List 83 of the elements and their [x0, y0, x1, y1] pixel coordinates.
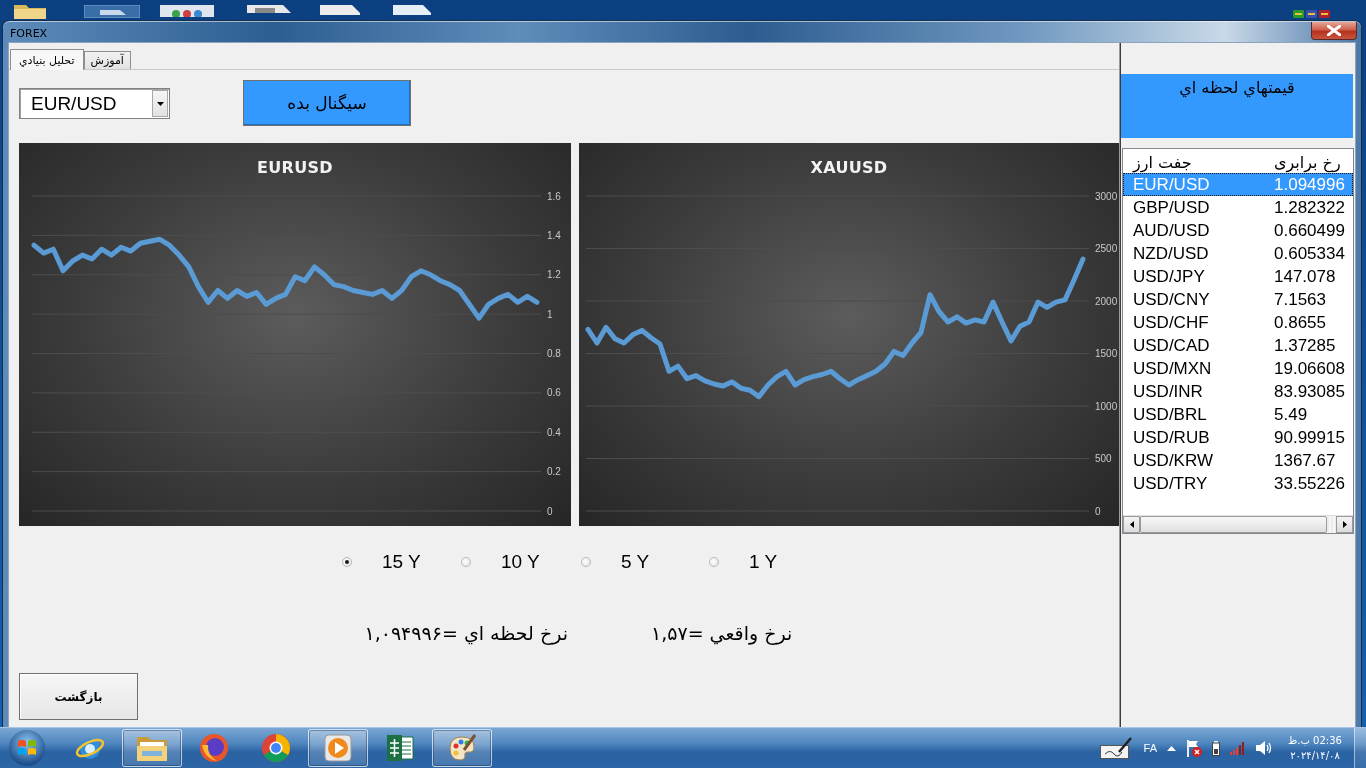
- list-item[interactable]: USD/KRW 1367.67: [1123, 449, 1353, 472]
- axis-tick-label: 1.2: [547, 269, 561, 281]
- axis-tick-label: 1000: [1095, 400, 1118, 412]
- list-item[interactable]: USD/TRY 33.55226: [1123, 472, 1353, 495]
- play-icon: [324, 734, 352, 762]
- list-item[interactable]: AUD/USD 0.660499: [1123, 219, 1353, 242]
- chart-title: XAUUSD: [810, 158, 888, 177]
- folder-icon: [136, 734, 168, 762]
- signal-button[interactable]: سيگنال بده: [243, 80, 411, 126]
- signal-bars-icon[interactable]: [1230, 741, 1246, 755]
- taskbar-button[interactable]: [308, 729, 368, 767]
- clock-time[interactable]: 02:36 ب.ظ: [1288, 733, 1342, 748]
- segmented-circle-icon: [261, 733, 291, 763]
- axis-tick-label: 1500: [1095, 348, 1118, 359]
- document-icon[interactable]: [247, 5, 291, 13]
- axis-tick-label: 0.4: [547, 426, 561, 438]
- axis-tick-label: 0.2: [547, 466, 561, 478]
- axis-tick-label: 0: [1095, 505, 1101, 517]
- left-arrow-icon: [1129, 521, 1134, 528]
- axis-tick-label: 0.8: [547, 348, 561, 359]
- axis-tick-label: 0: [547, 505, 553, 517]
- taskbar-button[interactable]: [122, 729, 182, 767]
- right-arrow-icon: [1342, 521, 1347, 528]
- radio-label[interactable]: 5 Y: [621, 551, 650, 573]
- scrollbar-thumb[interactable]: [1140, 516, 1327, 533]
- battery-icon[interactable]: [1212, 740, 1220, 756]
- show-desktop-button[interactable]: [1354, 728, 1366, 768]
- radio-label[interactable]: 15 Y: [382, 551, 421, 573]
- show-hidden-icons-icon[interactable]: [1167, 745, 1176, 751]
- axis-tick-label: 0.6: [547, 387, 561, 399]
- chart-title: EURUSD: [257, 158, 333, 177]
- radio-label[interactable]: 10 Y: [501, 551, 540, 573]
- radio-label[interactable]: 1 Y: [749, 551, 778, 573]
- list-item[interactable]: USD/CAD 1.37285: [1123, 334, 1353, 357]
- language-indicator[interactable]: FA: [1143, 742, 1157, 754]
- caret-icon: [156, 101, 164, 106]
- axis-tick-label: 2500: [1095, 243, 1118, 254]
- axis-tick-label: 1: [547, 308, 553, 320]
- column-header: جفت ارز: [1133, 152, 1193, 172]
- list-item[interactable]: USD/CHF 0.8655: [1123, 311, 1353, 334]
- back-button[interactable]: بازگشت: [19, 673, 138, 720]
- list-item[interactable]: USD/RUB 90.99915: [1123, 426, 1353, 449]
- speaker-icon[interactable]: [1256, 741, 1272, 755]
- radio-button[interactable]: [342, 557, 352, 567]
- pen-tablet-icon[interactable]: [1099, 737, 1132, 759]
- window-title: FOREX: [10, 27, 48, 40]
- axis-tick-label: 3000: [1095, 190, 1118, 202]
- clock-date[interactable]: ۲۰۲۴/۱۴/۰۸: [1290, 748, 1340, 763]
- palette-icon: [447, 734, 477, 762]
- spreadsheet-icon: [386, 734, 414, 762]
- radio-button[interactable]: [581, 557, 591, 567]
- flag-error-icon[interactable]: [1186, 739, 1202, 757]
- start-orb-icon: [9, 730, 45, 766]
- axis-tick-label: 1.4: [547, 229, 561, 241]
- scroll-left-button[interactable]: [1123, 516, 1140, 533]
- axis-tick-label: 1.6: [547, 190, 561, 202]
- list-item[interactable]: USD/INR 83.93085: [1123, 380, 1353, 403]
- column-header: رخ برابری: [1274, 152, 1341, 172]
- panel-header: قيمتهاي لحظه اي: [1121, 74, 1353, 138]
- document-icon[interactable]: [84, 5, 140, 18]
- folder-icon[interactable]: [14, 5, 46, 19]
- document-icon[interactable]: [393, 5, 431, 15]
- axis-tick-label: 2000: [1095, 295, 1118, 307]
- list-item[interactable]: NZD/USD 0.605334: [1123, 242, 1353, 265]
- close-button[interactable]: [1311, 22, 1357, 40]
- picture-icon[interactable]: [160, 5, 214, 17]
- document-icon[interactable]: [320, 5, 360, 15]
- list-item[interactable]: USD/BRL 5.49: [1123, 403, 1353, 426]
- list-item[interactable]: GBP/USD 1.282322: [1123, 196, 1353, 219]
- radio-button[interactable]: [461, 557, 471, 567]
- close-icon: [1327, 25, 1341, 36]
- currency-dropdown[interactable]: EUR/USD: [19, 88, 170, 119]
- radio-button[interactable]: [709, 557, 719, 567]
- list-item[interactable]: USD/CNY 7.1563: [1123, 288, 1353, 311]
- gadget-icon[interactable]: [1293, 10, 1330, 18]
- flame-globe-icon: [199, 733, 229, 763]
- axis-tick-label: 500: [1095, 453, 1112, 464]
- taskbar-button[interactable]: [432, 729, 492, 767]
- dropdown-arrow-button[interactable]: [152, 90, 168, 117]
- list-item[interactable]: USD/MXN 19.06608: [1123, 357, 1353, 380]
- horizontal-scrollbar[interactable]: [1123, 515, 1353, 533]
- list-item[interactable]: USD/JPY 147.078: [1123, 265, 1353, 288]
- scroll-right-button[interactable]: [1336, 516, 1353, 533]
